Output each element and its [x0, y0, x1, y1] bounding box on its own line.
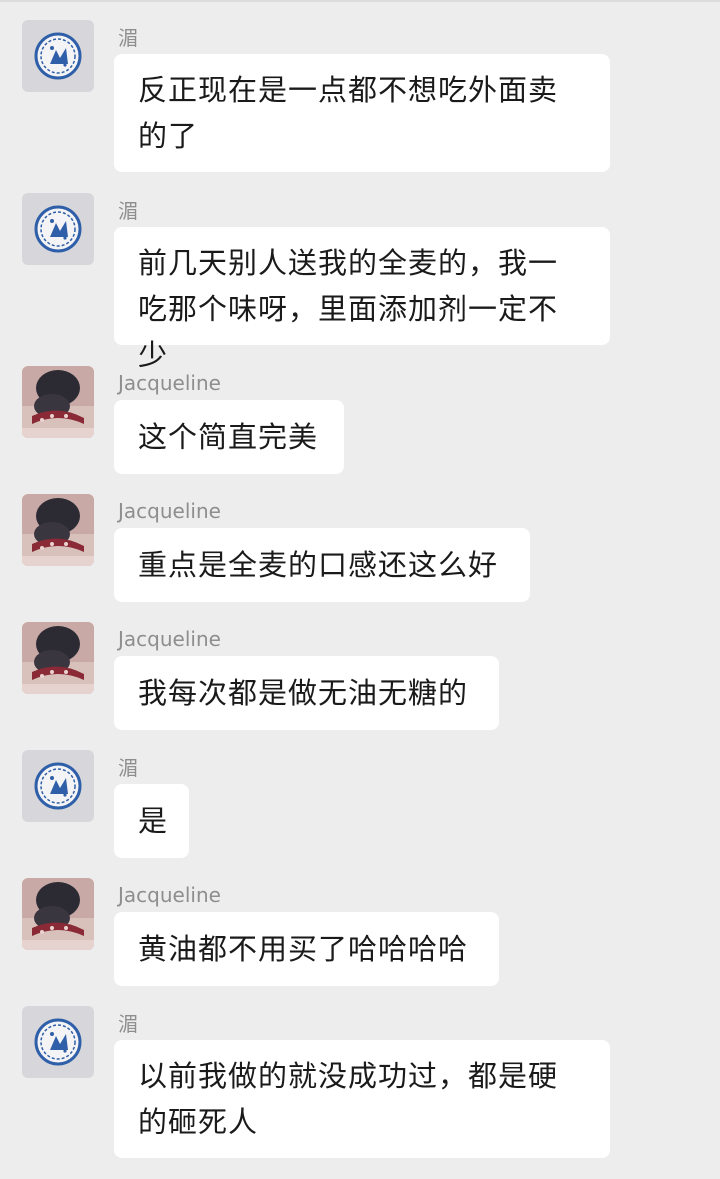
photo-avatar[interactable] — [22, 366, 94, 438]
blue-circle-logo-avatar[interactable] — [22, 750, 94, 822]
sender-name: 湄 — [118, 199, 138, 223]
message-bubble[interactable]: 前几天别人送我的全麦的，我一吃那个味呀，里面添加剂一定不少 — [114, 227, 610, 372]
blue-circle-logo-avatar[interactable] — [22, 20, 94, 92]
sender-name: 湄 — [118, 1012, 138, 1036]
photo-avatar[interactable] — [22, 622, 94, 694]
message-bubble[interactable]: 反正现在是一点都不想吃外面卖的了 — [114, 54, 610, 172]
message-bubble[interactable]: 黄油都不用买了哈哈哈哈 — [114, 912, 499, 986]
photo-avatar[interactable] — [22, 494, 94, 566]
message-bubble[interactable]: 以前我做的就没成功过，都是硬的砸死人 — [114, 1040, 610, 1158]
blue-circle-logo-avatar[interactable] — [22, 193, 94, 265]
sender-name: Jacqueline — [118, 883, 221, 907]
sender-name: Jacqueline — [118, 371, 221, 395]
sender-name: 湄 — [118, 756, 138, 780]
top-divider — [0, 0, 720, 2]
photo-avatar[interactable] — [22, 878, 94, 950]
message-bubble[interactable]: 重点是全麦的口感还这么好 — [114, 528, 530, 602]
sender-name: Jacqueline — [118, 627, 221, 651]
sender-name: Jacqueline — [118, 499, 221, 523]
blue-circle-logo-avatar[interactable] — [22, 1006, 94, 1078]
message-bubble[interactable]: 这个简直完美 — [114, 400, 344, 474]
message-bubble[interactable]: 我每次都是做无油无糖的 — [114, 656, 499, 730]
sender-name: 湄 — [118, 26, 138, 50]
message-bubble[interactable]: 是 — [114, 784, 189, 858]
